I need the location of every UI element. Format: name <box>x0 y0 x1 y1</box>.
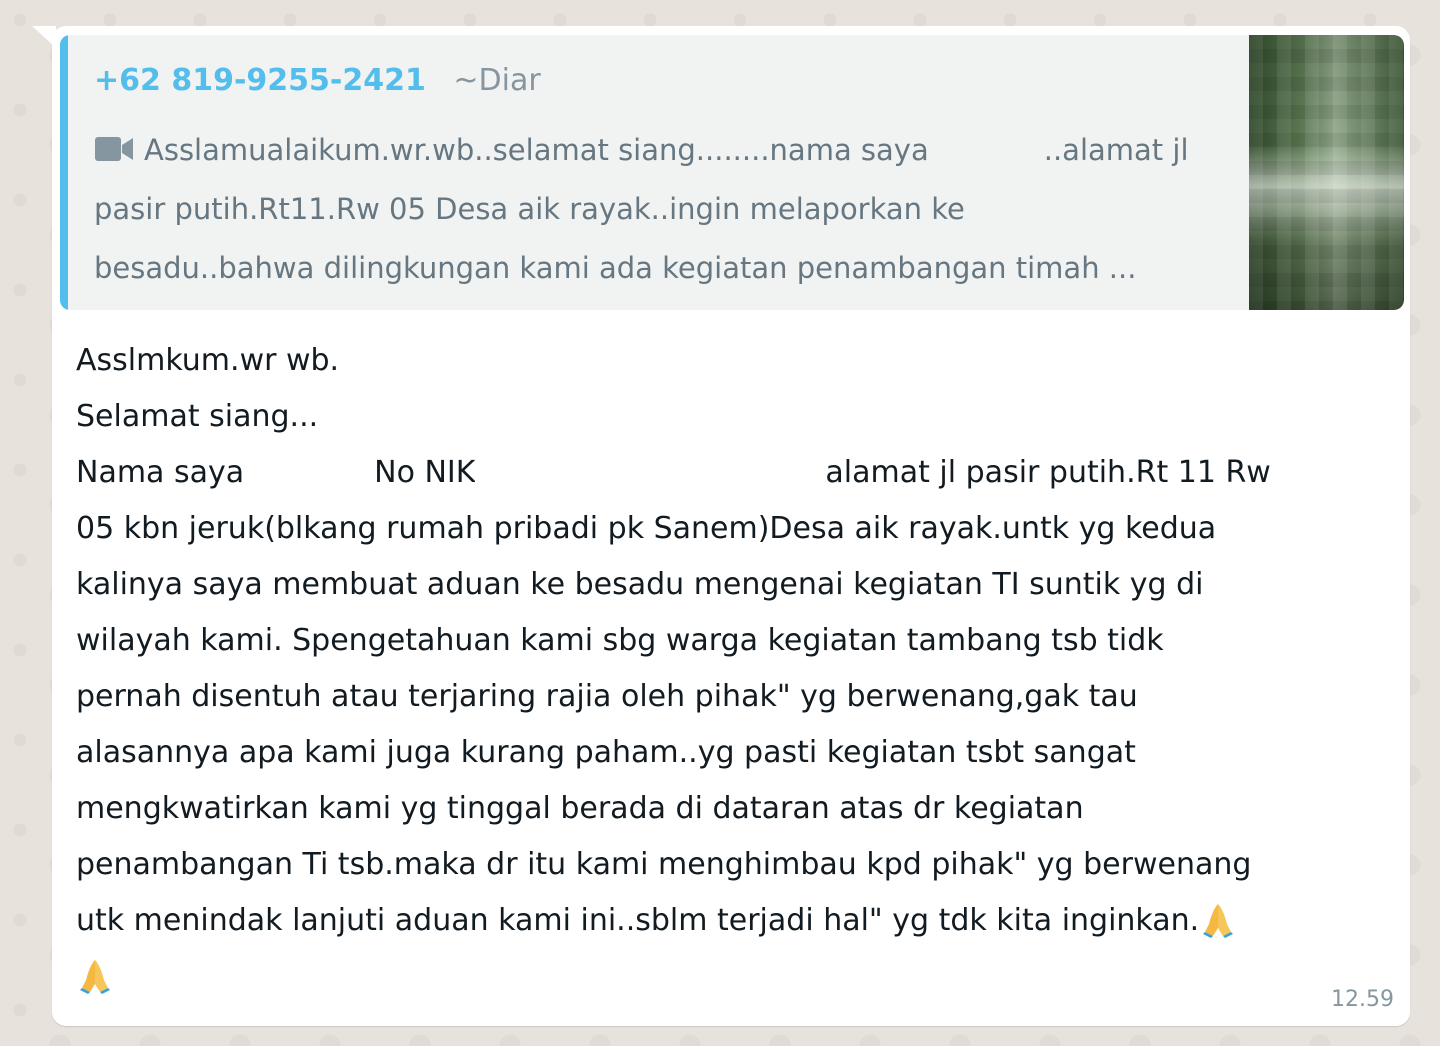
message-line: penambangan Ti tsb.maka dr itu kami meng… <box>76 847 1252 882</box>
quote-sender-phone: +62 819-9255-2421 <box>94 63 426 98</box>
message-line-segment: Nama saya <box>76 455 245 490</box>
quote-accent-bar <box>60 35 68 310</box>
quote-text-part1: Asslamualaikum.wr.wb..selamat siang.....… <box>144 133 929 167</box>
message-line: 05 kbn jeruk(blkang rumah pribadi pk San… <box>76 511 1217 546</box>
message-line-segment: alamat jl pasir putih.Rt 11 Rw <box>825 455 1271 490</box>
quote-sender-pushname: ~Diar <box>453 63 541 98</box>
message-text: Asslmkum.wr wb. Selamat siang... Nama sa… <box>76 333 1396 1005</box>
folded-hands-emoji <box>80 960 110 994</box>
message-line: kalinya saya membuat aduan ke besadu men… <box>76 567 1204 602</box>
message-line: Nama saya No NIK alamat jl pasir putih.Rt … <box>76 445 1396 501</box>
message-line: utk menindak lanjuti aduan kami ini..sbl… <box>76 893 1396 949</box>
quoted-message[interactable]: +62 819-9255-2421 ~Diar Asslamualaikum.w… <box>60 35 1404 310</box>
message-line: mengkwatirkan kami yg tinggal berada di … <box>76 791 1084 826</box>
redacted-name <box>928 139 1044 165</box>
message-line: pernah disentuh atau terjaring rajia ole… <box>76 679 1138 714</box>
message-line: Selamat siang... <box>76 399 319 434</box>
quote-text: Asslamualaikum.wr.wb..selamat siang.....… <box>94 121 1194 298</box>
message-line-segment: utk menindak lanjuti aduan kami ini..sbl… <box>76 903 1200 938</box>
redacted-nik <box>475 458 826 489</box>
folded-hands-emoji <box>1203 904 1234 938</box>
quote-header: +62 819-9255-2421 ~Diar <box>94 61 541 101</box>
message-timestamp: 12.59 <box>1331 987 1394 1012</box>
video-thumbnail[interactable] <box>1249 35 1404 310</box>
redacted-name <box>244 458 375 489</box>
message-line <box>76 949 1396 1005</box>
video-camera-icon <box>95 137 133 161</box>
message-bubble[interactable]: +62 819-9255-2421 ~Diar Asslamualaikum.w… <box>52 26 1410 1026</box>
message-line-segment: No NIK <box>374 455 476 490</box>
message-line: alasannya apa kami juga kurang paham..yg… <box>76 735 1136 770</box>
message-line: Asslmkum.wr wb. <box>76 343 340 378</box>
message-line: wilayah kami. Spengetahuan kami sbg warg… <box>76 623 1164 658</box>
